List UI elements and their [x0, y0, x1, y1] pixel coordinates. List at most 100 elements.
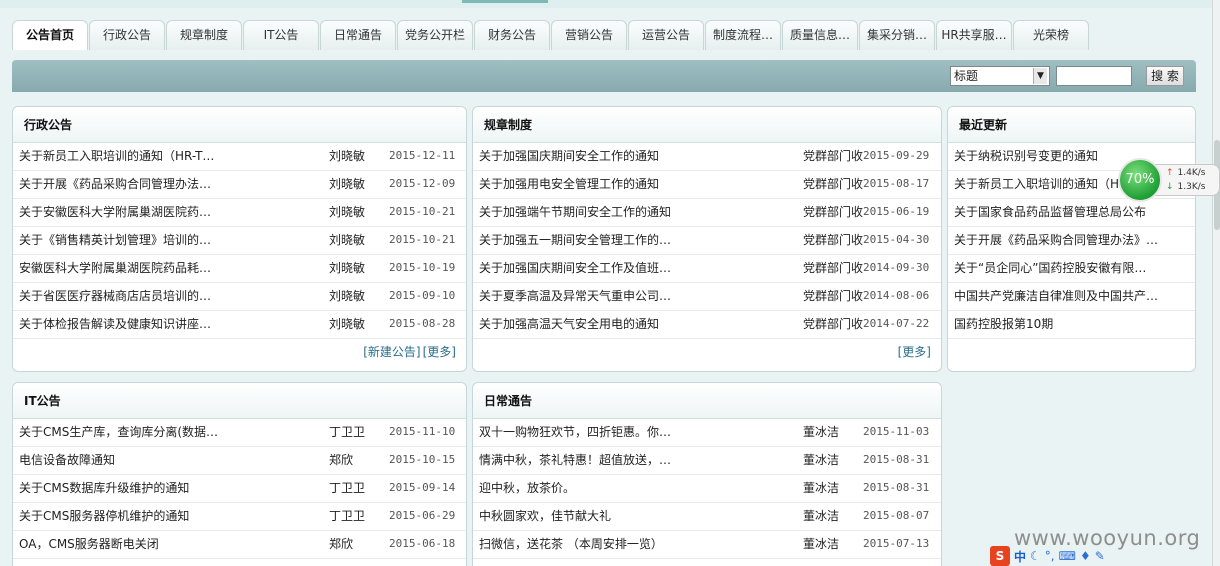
item-title[interactable]: 关于夏季高温及异常天气重申公司… — [479, 283, 789, 309]
item-title[interactable]: 电信设备故障通知 — [19, 447, 319, 473]
keyboard-icon[interactable]: ⌨ — [1059, 549, 1076, 563]
item-title[interactable]: 关于国家食品药品监督管理总局公布 — [954, 199, 1190, 225]
chevron-down-icon[interactable]: ▼ — [1033, 68, 1047, 84]
vertical-scrollbar[interactable] — [1212, 0, 1220, 566]
ime-logo[interactable]: S — [990, 546, 1010, 566]
item-author: 郑欣 — [329, 453, 354, 467]
list-item[interactable]: 扫微信，送花茶 （本周安排一览） 董冰洁 2015-07-13 — [473, 531, 941, 559]
network-speed-widget[interactable]: 70% ↑ 1.4K/s ↓ 1.3K/s — [1118, 158, 1220, 202]
list-item[interactable]: 关于新员工入职培训的通知（HR-T… 刘晓敏 2015-12-11 — [13, 143, 466, 171]
tab-admin[interactable]: 行政公告 — [89, 20, 165, 50]
item-title[interactable]: 关于CMS生产库，查询库分离(数据… — [19, 419, 319, 445]
list-item[interactable]: 关于省医医疗器械商店店员培训的… 刘晓敏 2015-09-10 — [13, 283, 466, 311]
item-title[interactable]: 迎中秋，放茶价。 — [479, 475, 789, 501]
shirt-icon[interactable]: ♦ — [1080, 549, 1091, 563]
tab-hr[interactable]: HR共享服… — [936, 20, 1012, 50]
item-title[interactable]: 关于CMS服务器停机维护的通知 — [19, 503, 319, 529]
list-item[interactable]: 关于体检报告解读及健康知识讲座… 刘晓敏 2015-08-28 — [13, 311, 466, 339]
tab-process[interactable]: 制度流程… — [705, 20, 781, 50]
list-item[interactable]: 关于夏季高温及异常天气重申公司… 党群部门收 2014-08-06 — [473, 283, 941, 311]
item-title[interactable]: OA，CMS服务器断电关闭 — [19, 531, 319, 557]
panel-recent: 最近更新 关于纳税识别号变更的通知 关于新员工入职培训的通知（H 关于国家食品药品监… — [947, 106, 1196, 372]
item-title[interactable]: 关于加强高温天气安全用电的通知 — [479, 311, 789, 337]
item-title[interactable]: 中秋圆家欢，佳节献大礼 — [479, 503, 789, 529]
list-item[interactable]: 关于《销售精英计划管理》培训的… 刘晓敏 2015-10-21 — [13, 227, 466, 255]
tab-it[interactable]: IT公告 — [243, 20, 319, 50]
list-item[interactable]: 关于CMS数据库升级维护的通知 丁卫卫 2015-09-14 — [13, 475, 466, 503]
list-item[interactable]: 关于加强五一期间安全管理工作的… 党群部门收 2015-04-30 — [473, 227, 941, 255]
moon-icon[interactable]: ☾ — [1030, 549, 1041, 563]
ime-toolbar[interactable]: S 中 ☾ °, ⌨ ♦ ✎ — [990, 546, 1105, 566]
list-item[interactable]: 中秋圆家欢，佳节献大礼 董冰洁 2015-08-07 — [473, 503, 941, 531]
list-item[interactable]: 关于加强用电安全管理工作的通知 党群部门收 2015-08-17 — [473, 171, 941, 199]
ime-mode[interactable]: 中 — [1014, 548, 1026, 565]
list-item[interactable]: 关于加强高温天气安全用电的通知 党群部门收 2014-07-22 — [473, 311, 941, 339]
item-title[interactable]: 关于新员工入职培训的通知（HR-T… — [19, 143, 319, 169]
item-title[interactable]: 关于“员企同心”国药控股安徽有限… — [954, 255, 1190, 281]
tab-finance[interactable]: 财务公告 — [474, 20, 550, 50]
list-item[interactable]: 关于CMS服务器停机维护的通知 丁卫卫 2015-06-29 — [13, 503, 466, 531]
tab-marketing[interactable]: 营销公告 — [551, 20, 627, 50]
item-title[interactable]: 关于加强用电安全管理工作的通知 — [479, 171, 789, 197]
item-title[interactable]: 双十一购物狂欢节，四折钜惠。你… — [479, 419, 789, 445]
list-item[interactable]: 关于加强国庆期间安全工作及值班… 党群部门收 2014-09-30 — [473, 255, 941, 283]
item-title[interactable]: 国药控股报第10期 — [954, 311, 1190, 337]
tab-home[interactable]: 公告首页 — [12, 20, 88, 50]
tab-daily[interactable]: 日常通告 — [320, 20, 396, 50]
item-date: 2015-07-13 — [863, 537, 930, 550]
item-title[interactable]: 关于省医医疗器械商店店员培训的… — [19, 283, 319, 309]
list-item[interactable]: 双十一购物狂欢节，四折钜惠。你… 董冰洁 2015-11-03 — [473, 419, 941, 447]
item-title[interactable]: 关于加强五一期间安全管理工作的… — [479, 227, 789, 253]
list-item[interactable]: 国药控股报第10期 — [948, 311, 1195, 339]
item-date: 2015-09-29 — [863, 149, 930, 162]
list-item[interactable]: 关于开展《药品采购合同管理办法… 刘晓敏 2015-12-09 — [13, 171, 466, 199]
item-title[interactable]: 关于加强端午节期间安全工作的通知 — [479, 199, 789, 225]
item-author: 刘晓敏 — [329, 149, 366, 163]
item-title[interactable]: 关于《销售精英计划管理》培训的… — [19, 227, 319, 253]
item-title[interactable]: 关于安徽医科大学附属巢湖医院药… — [19, 199, 319, 225]
list-item[interactable]: 情满中秋，茶礼特惠！超值放送，… 董冰洁 2015-08-31 — [473, 447, 941, 475]
item-title[interactable]: 中国共产党廉洁自律准则及中国共产… — [954, 283, 1190, 309]
new-notice-link[interactable]: [新建公告] — [363, 345, 420, 359]
item-title[interactable]: 扫微信，送花茶 （本周安排一览） — [479, 531, 789, 557]
list-item[interactable]: 迎中秋，放茶价。 董冰洁 2015-08-31 — [473, 475, 941, 503]
list-item[interactable]: 关于加强国庆期间安全工作的通知 党群部门收 2015-09-29 — [473, 143, 941, 171]
list-item[interactable]: 安徽医科大学附属巢湖医院药品耗… 刘晓敏 2015-10-19 — [13, 255, 466, 283]
search-button[interactable]: 搜 索 — [1146, 66, 1184, 86]
tab-quality[interactable]: 质量信息… — [782, 20, 858, 50]
item-title[interactable]: 关于加强国庆期间安全工作及值班… — [479, 255, 789, 281]
item-title[interactable]: 安徽医科大学附属巢湖医院药品耗… — [19, 255, 319, 281]
list-item[interactable]: 关于国家食品药品监督管理总局公布 — [948, 199, 1195, 227]
item-title[interactable]: 关于CMS数据库升级维护的通知 — [19, 475, 319, 501]
tab-operations[interactable]: 运营公告 — [628, 20, 704, 50]
tab-rules[interactable]: 规章制度 — [166, 20, 242, 50]
list-item[interactable]: 中国共产党廉洁自律准则及中国共产… — [948, 283, 1195, 311]
item-date: 2015-12-09 — [389, 177, 456, 190]
more-link[interactable]: [更多] — [423, 345, 456, 359]
item-date: 2015-10-15 — [389, 453, 456, 466]
list-item[interactable]: 电信设备故障通知 郑欣 2015-10-15 — [13, 447, 466, 475]
item-author: 郑欣 — [329, 537, 354, 551]
usage-circle[interactable]: 70% — [1118, 158, 1162, 202]
item-title[interactable]: 关于开展《药品采购合同管理办法》… — [954, 227, 1190, 253]
punctuation-icon[interactable]: °, — [1045, 549, 1055, 563]
panel-title: 行政公告 — [13, 107, 466, 143]
item-title[interactable]: 关于开展《药品采购合同管理办法… — [19, 171, 319, 197]
list-item[interactable]: 关于“员企同心”国药控股安徽有限… — [948, 255, 1195, 283]
tab-distribution[interactable]: 集采分销… — [859, 20, 935, 50]
item-title[interactable]: 情满中秋，茶礼特惠！超值放送，… — [479, 447, 789, 473]
item-title[interactable]: 关于体检报告解读及健康知识讲座… — [19, 311, 319, 337]
tab-party[interactable]: 党务公开栏 — [397, 20, 473, 50]
search-field-select[interactable]: 标题 ▼ — [950, 66, 1050, 86]
tab-honor[interactable]: 光荣榜 — [1013, 20, 1089, 50]
upload-value: 1.4K/s — [1177, 168, 1206, 178]
list-item[interactable]: 关于开展《药品采购合同管理办法》… — [948, 227, 1195, 255]
item-title[interactable]: 关于加强国庆期间安全工作的通知 — [479, 143, 789, 169]
more-link[interactable]: [更多] — [898, 345, 931, 359]
list-item[interactable]: 关于加强端午节期间安全工作的通知 党群部门收 2015-06-19 — [473, 199, 941, 227]
list-item[interactable]: 关于CMS生产库，查询库分离(数据… 丁卫卫 2015-11-10 — [13, 419, 466, 447]
wrench-icon[interactable]: ✎ — [1095, 549, 1105, 563]
list-item[interactable]: 关于安徽医科大学附属巢湖医院药… 刘晓敏 2015-10-21 — [13, 199, 466, 227]
list-item[interactable]: OA，CMS服务器断电关闭 郑欣 2015-06-18 — [13, 531, 466, 559]
search-input[interactable] — [1056, 66, 1132, 86]
